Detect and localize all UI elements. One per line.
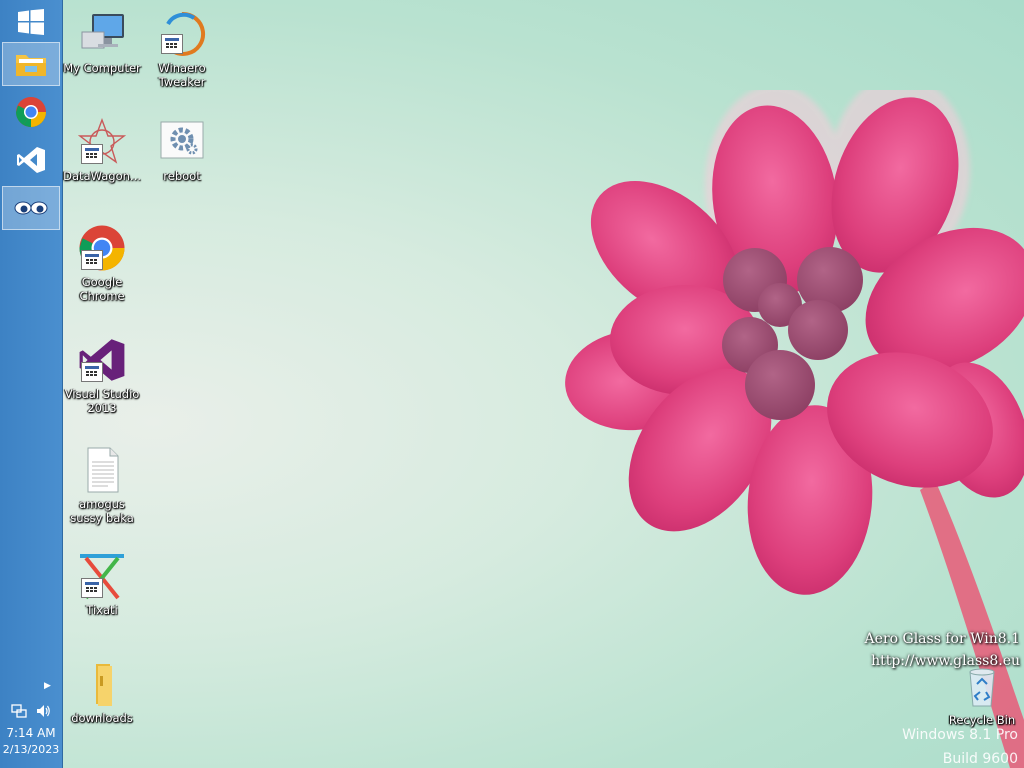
desktop-icon-label: Visual Studio 2013: [64, 387, 140, 415]
os-version-text: Windows 8.1 Pro: [902, 727, 1018, 743]
desktop-icon-winaero-tweaker[interactable]: Winaero Tweaker: [142, 10, 222, 89]
eyes-icon: [14, 201, 48, 215]
shortcut-app-icon: [81, 144, 103, 164]
taskbar: ▶ 7:14 AM 2/13/2023: [0, 0, 63, 768]
text-file-icon: [87, 447, 119, 493]
computer-icon: [81, 14, 124, 49]
folder-icon: [96, 664, 112, 706]
desktop-icon-reboot[interactable]: reboot: [142, 118, 222, 183]
desktop-icon-visual-studio[interactable]: Visual Studio 2013: [62, 336, 142, 415]
os-build-text: Build 9600: [942, 751, 1018, 767]
desktop-icon-label: reboot: [163, 169, 201, 183]
aero-glass-watermark-title: Aero Glass for Win8.1: [864, 631, 1020, 647]
visual-studio-icon: [17, 147, 45, 173]
clock-time[interactable]: 7:14 AM: [0, 726, 62, 740]
recycle-bin-icon: [969, 668, 995, 707]
desktop-icon-label: amogus sussy baka: [70, 497, 134, 525]
gear-icon: [160, 121, 204, 159]
desktop-icon-downloads[interactable]: downloads: [62, 660, 142, 725]
desktop-icon-my-computer[interactable]: My Computer: [62, 10, 142, 75]
desktop-icon-label: DataWagon...: [63, 169, 141, 183]
desktop-icon-google-chrome[interactable]: Google Chrome: [62, 224, 142, 303]
desktop-icon-amogus-sussy-baka[interactable]: amogus sussy baka: [62, 446, 142, 525]
shortcut-app-icon: [161, 34, 183, 54]
chrome-icon: [15, 97, 46, 128]
taskbar-chrome[interactable]: [2, 90, 60, 134]
clock-date[interactable]: 2/13/2023: [0, 743, 62, 756]
system-tray: [11, 703, 51, 719]
desktop-icon-recycle-bin[interactable]: Recycle Bin: [942, 662, 1022, 727]
shortcut-app-icon: [81, 362, 103, 382]
taskbar-visual-studio[interactable]: [2, 138, 60, 182]
desktop-icon-label: My Computer: [63, 61, 141, 75]
desktop-icon-label: Recycle Bin: [948, 713, 1016, 727]
folder-icon: [16, 55, 46, 76]
desktop-icon-label: Tixati: [86, 603, 118, 617]
windows-logo-icon: [18, 9, 44, 35]
desktop-icon-datawagon[interactable]: DataWagon...: [62, 118, 142, 183]
taskbar-eyes-app[interactable]: [2, 186, 60, 230]
shortcut-app-icon: [81, 250, 103, 270]
aero-glass-watermark-url: http://www.glass8.eu: [871, 653, 1020, 669]
desktop-icon-label: Winaero Tweaker: [158, 61, 206, 89]
desktop-icon-tixati[interactable]: Tixati: [62, 552, 142, 617]
taskbar-file-explorer[interactable]: [2, 42, 60, 86]
desktop-icon-label: Google Chrome: [79, 275, 125, 303]
start-button[interactable]: [2, 0, 60, 44]
volume-icon[interactable]: [35, 703, 51, 719]
network-icon[interactable]: [11, 703, 27, 719]
desktop-icon-label: downloads: [71, 711, 133, 725]
shortcut-app-icon: [81, 578, 103, 598]
show-hidden-icons-chevron-icon[interactable]: ▶: [44, 681, 51, 691]
